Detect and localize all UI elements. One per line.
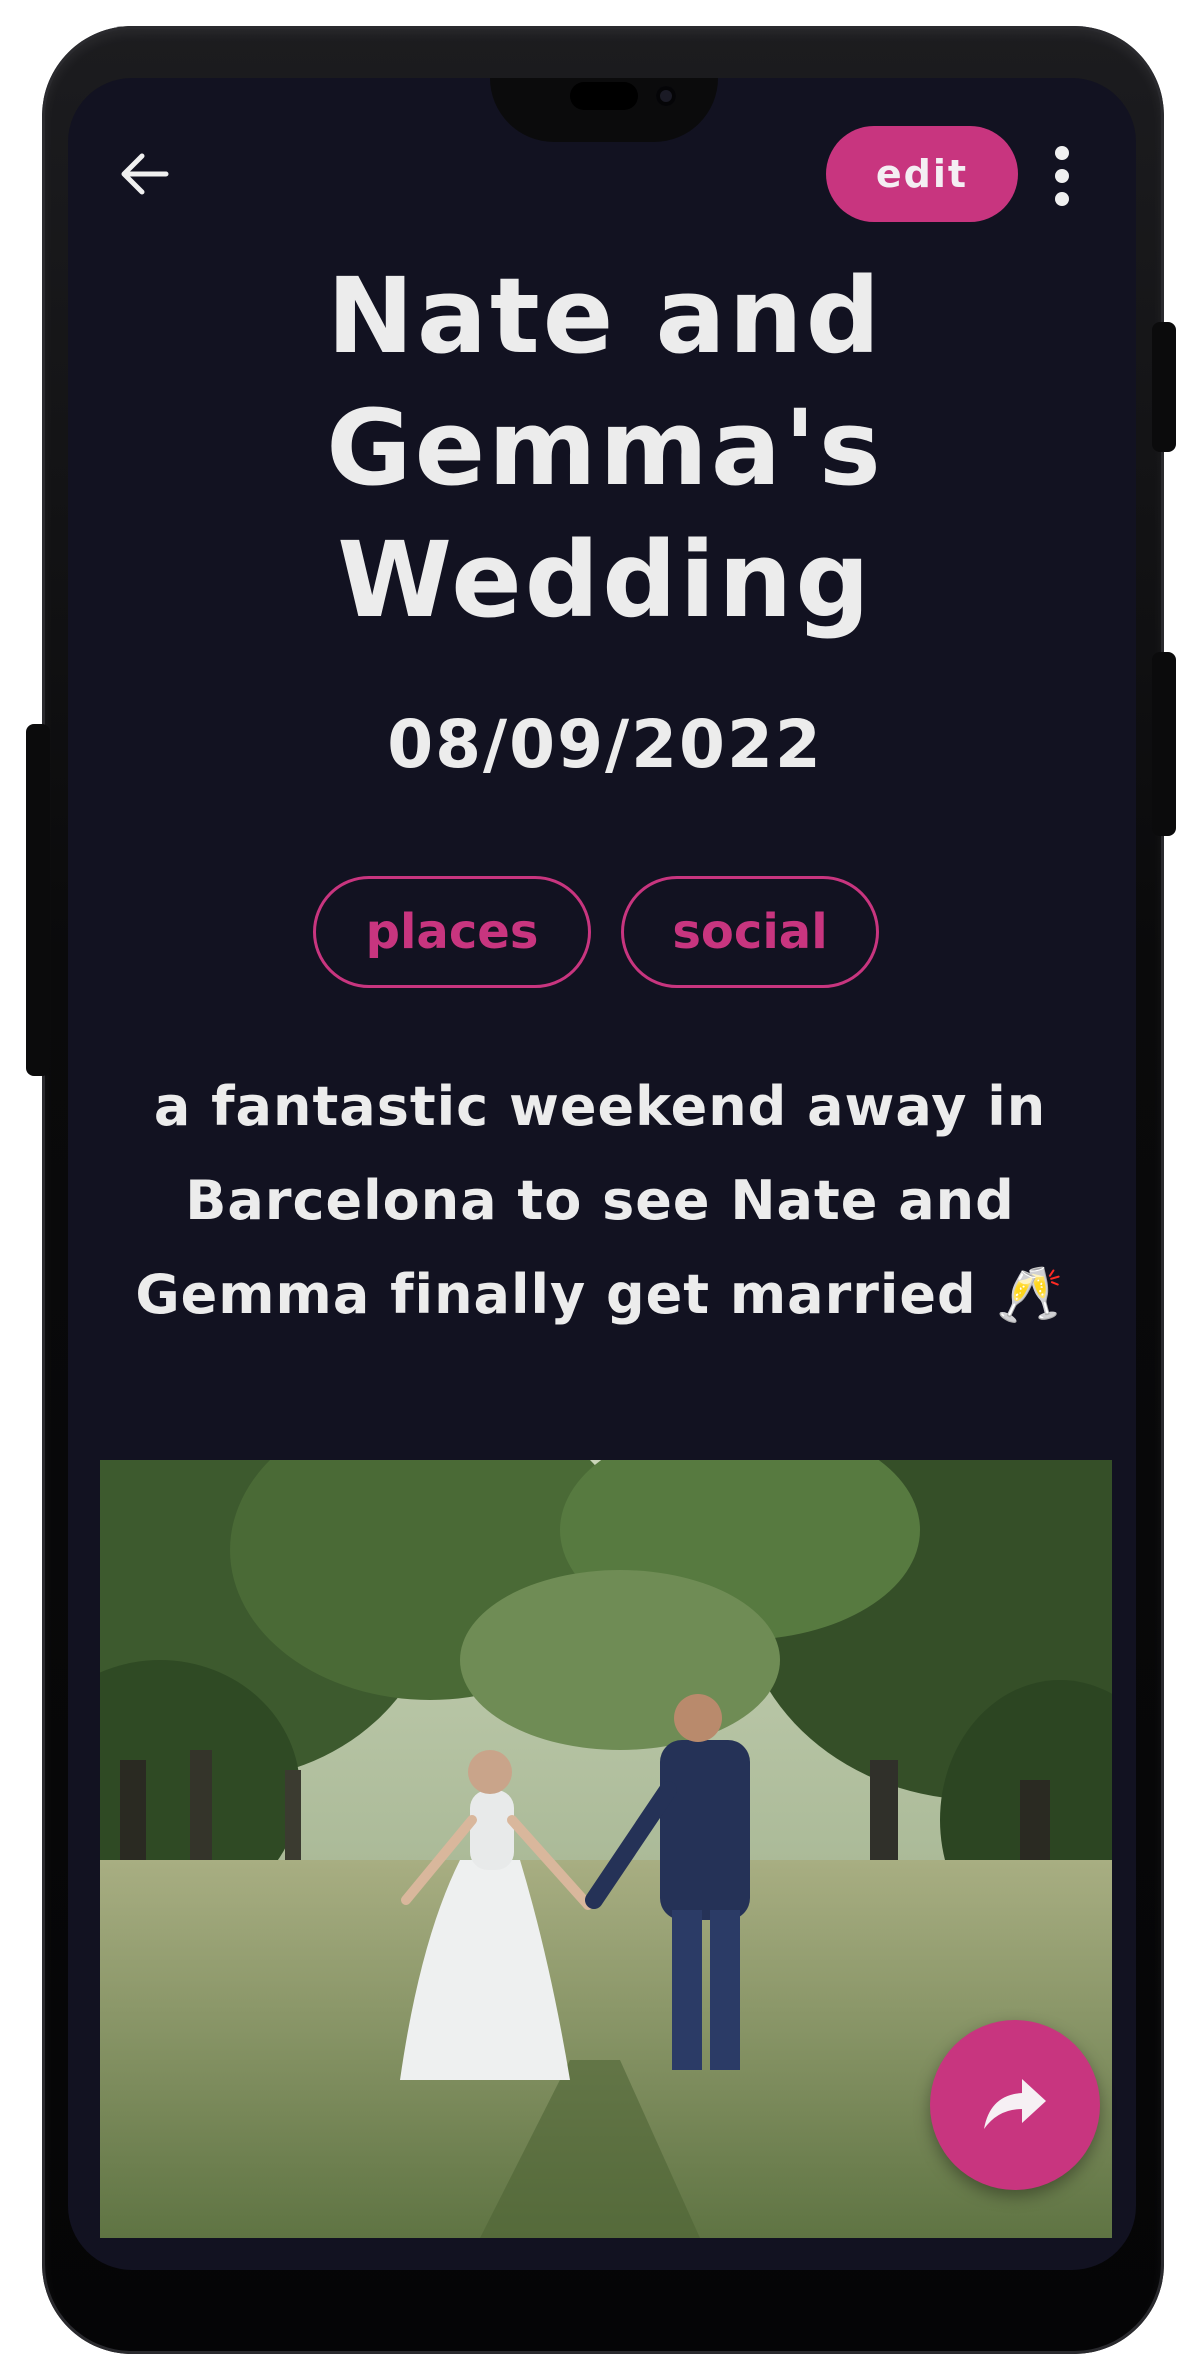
tag-places[interactable]: places (313, 876, 591, 988)
phone-camera (656, 86, 676, 106)
back-button[interactable] (112, 144, 176, 208)
arrow-left-icon (116, 146, 172, 206)
entry-date: 08/09/2022 (387, 706, 823, 783)
tag-social[interactable]: social (621, 876, 879, 988)
entry-description: a fantastic weekend away in Barcelona to… (135, 1075, 1065, 1326)
entry-title-line: Wedding (337, 519, 873, 641)
phone-speaker (570, 82, 638, 110)
edit-button[interactable]: edit (826, 126, 1018, 222)
tag-list: places social (0, 876, 1200, 988)
entry-title: Nate and Gemma's Wedding (200, 250, 1010, 646)
more-options-button[interactable] (1038, 144, 1086, 208)
share-forward-icon (980, 2073, 1050, 2137)
phone-side-button-right-top (1152, 322, 1176, 452)
entry-title-line: Nate and (326, 255, 884, 377)
phone-side-button-right-bottom (1152, 652, 1176, 836)
entry-title-line: Gemma's (326, 387, 884, 509)
more-vertical-icon (1055, 146, 1069, 206)
share-button[interactable] (930, 2020, 1100, 2190)
